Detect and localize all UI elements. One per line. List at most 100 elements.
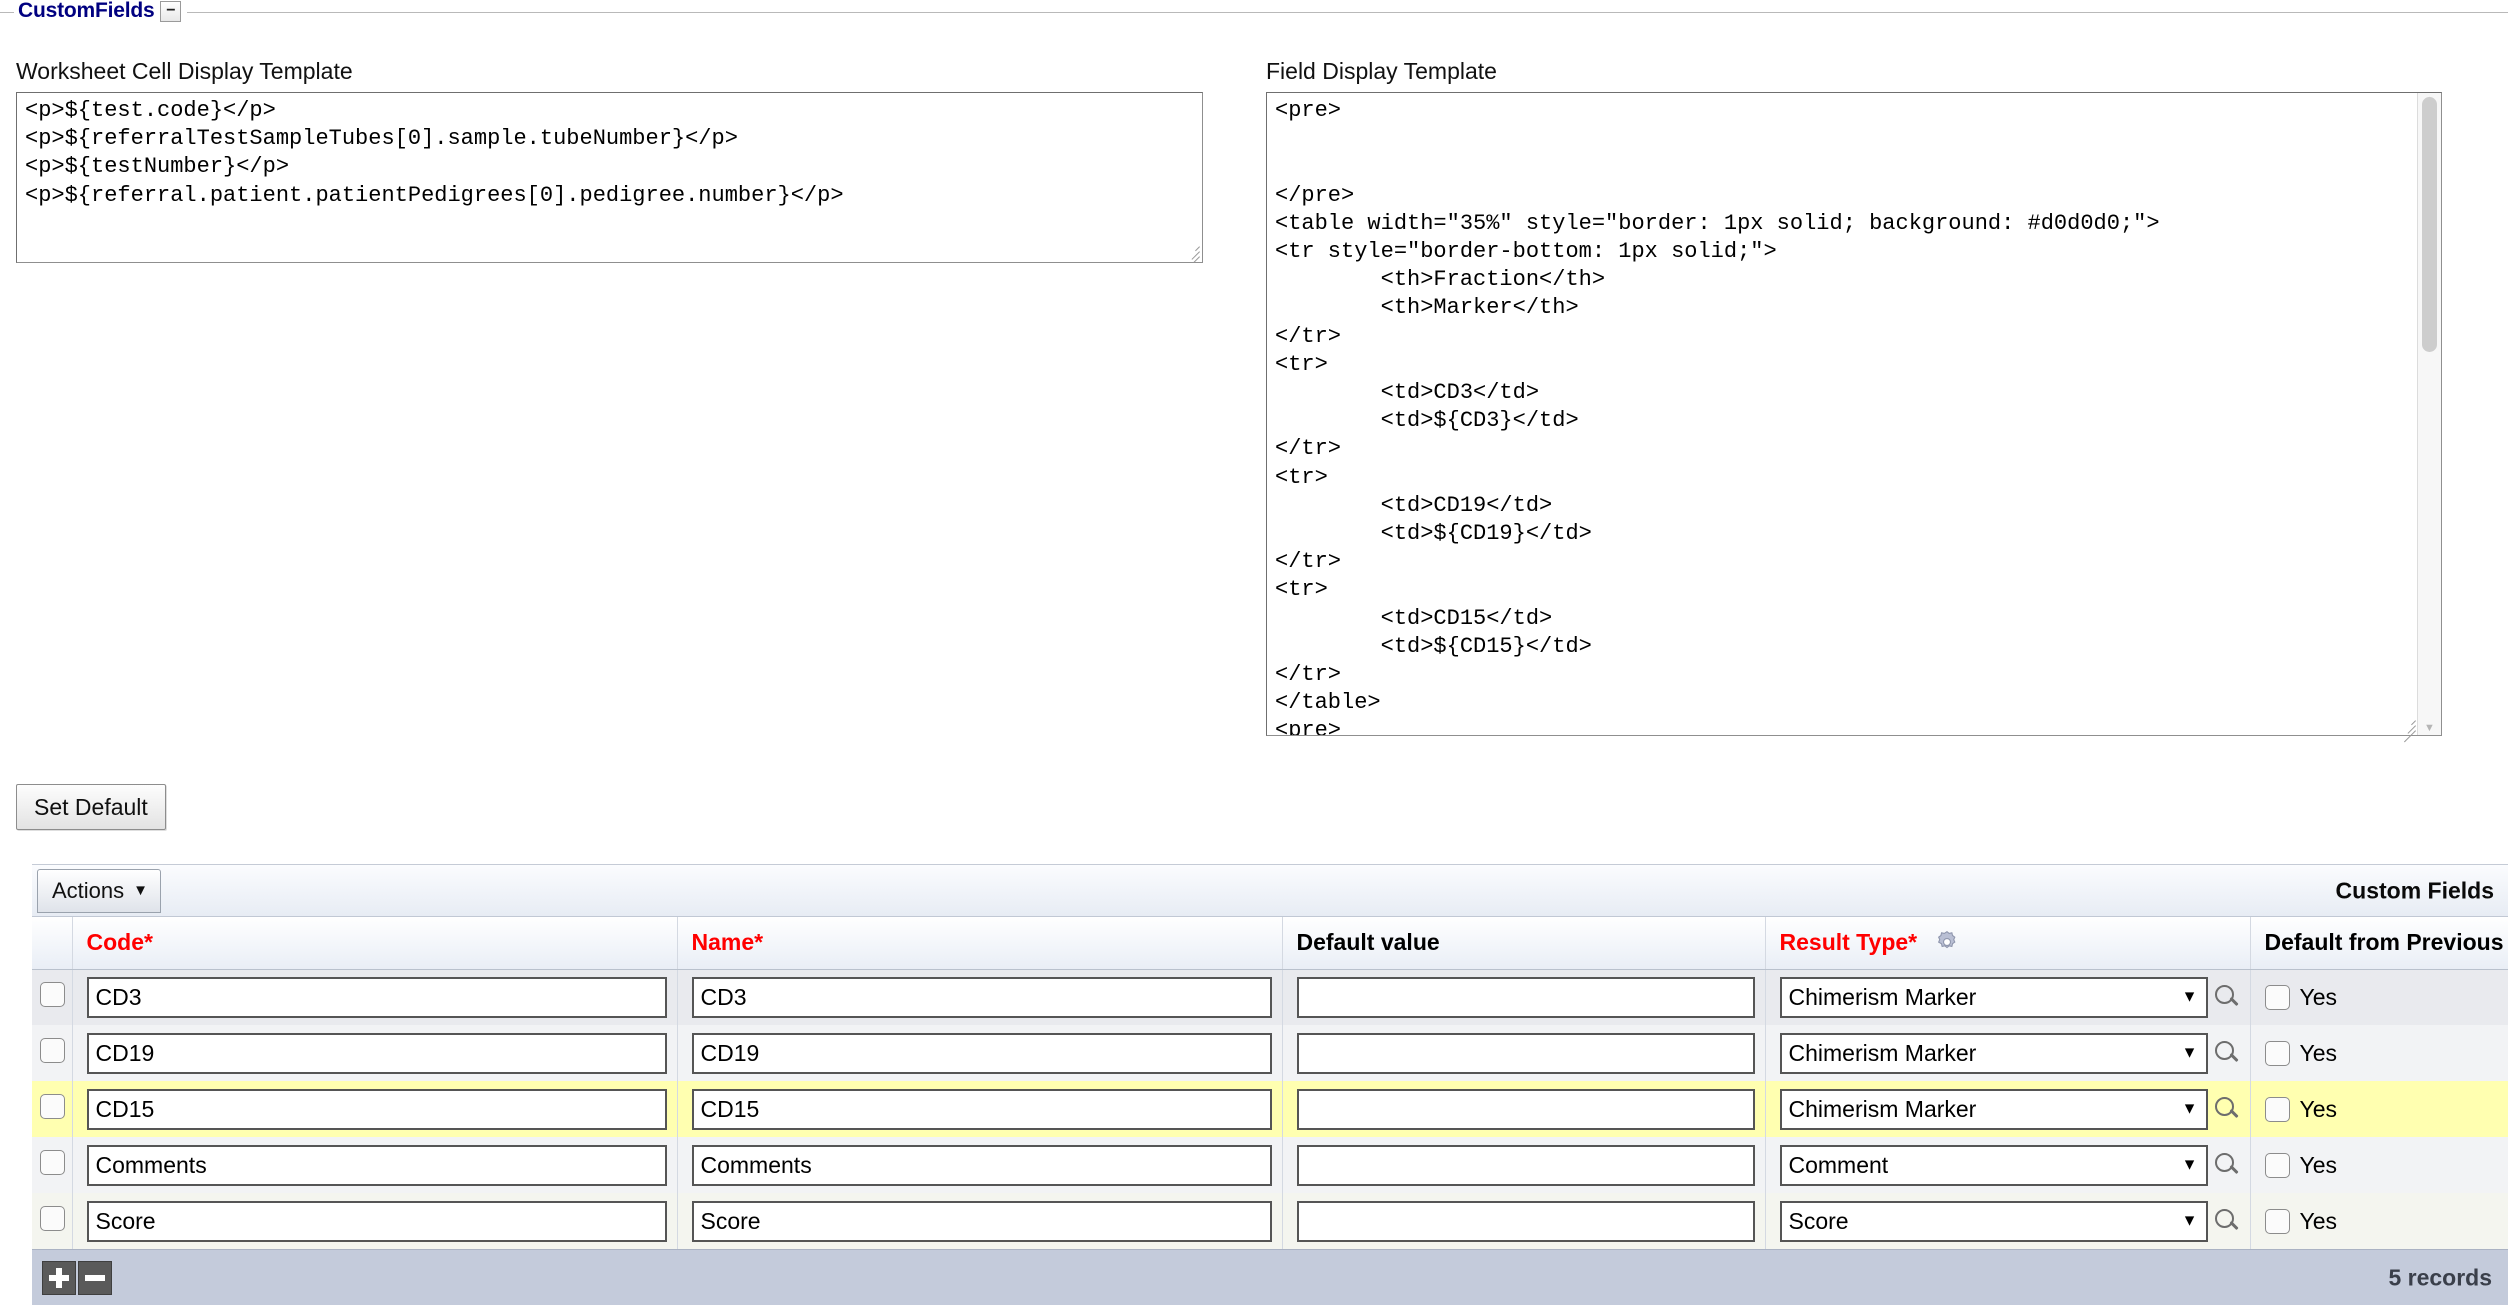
table-body: Chimerism Marker ▼ Yes xyxy=(32,969,2508,1249)
default-value-input[interactable] xyxy=(1296,1032,1755,1074)
required-marker: * xyxy=(754,929,764,956)
cell-default-from-previous: Yes xyxy=(2250,1025,2508,1081)
cell-default-from-previous: Yes xyxy=(2250,1137,2508,1193)
default-from-previous-checkbox[interactable] xyxy=(2264,1040,2290,1066)
name-input[interactable] xyxy=(691,976,1272,1018)
column-header-default-from-previous[interactable]: Default from Previous xyxy=(2250,917,2508,970)
default-value-input[interactable] xyxy=(1296,976,1755,1018)
grid-footer: 5 records xyxy=(32,1249,2508,1305)
cell-code xyxy=(72,1025,678,1081)
grid-caption: Custom Fields xyxy=(2335,877,2494,903)
cell-code xyxy=(72,1137,678,1193)
select-all-header xyxy=(32,917,73,970)
default-from-previous-checkbox[interactable] xyxy=(2264,1208,2290,1234)
search-icon[interactable] xyxy=(2214,1208,2240,1234)
name-input[interactable] xyxy=(691,1032,1272,1074)
cell-name xyxy=(677,969,1283,1025)
worksheet-cell-display-template-label: Worksheet Cell Display Template xyxy=(16,58,353,84)
default-value-input[interactable] xyxy=(1296,1200,1755,1242)
search-icon[interactable] xyxy=(2214,1040,2240,1066)
code-input[interactable] xyxy=(86,976,667,1018)
result-type-select[interactable]: Chimerism Marker ▼ xyxy=(1779,1032,2208,1074)
required-marker: * xyxy=(1908,929,1918,956)
column-header-default-value[interactable]: Default value xyxy=(1282,917,1766,970)
name-input[interactable] xyxy=(691,1144,1272,1186)
worksheet-cell-display-template-textarea[interactable]: <p>${test.code}</p> <p>${referralTestSam… xyxy=(16,92,1203,263)
row-select-cell[interactable] xyxy=(32,1193,73,1249)
chevron-down-icon: ▼ xyxy=(2181,1044,2198,1062)
row-checkbox[interactable] xyxy=(40,1150,65,1175)
row-select-cell[interactable] xyxy=(32,1137,73,1193)
row-select-cell[interactable] xyxy=(32,1025,73,1081)
code-input[interactable] xyxy=(86,1200,667,1242)
default-from-previous-control: Yes xyxy=(2264,1040,2498,1067)
fieldset-legend: CustomFields − xyxy=(14,0,188,26)
default-from-previous-label: Yes xyxy=(2299,1095,2338,1122)
collapse-icon[interactable]: − xyxy=(160,0,182,22)
default-from-previous-control: Yes xyxy=(2264,1207,2498,1235)
column-label: Default value xyxy=(1296,929,1440,956)
chevron-down-icon: ▼ xyxy=(133,882,149,899)
cell-result-type: Chimerism Marker ▼ xyxy=(1765,1081,2251,1137)
cell-default-from-previous: Yes xyxy=(2250,1081,2508,1137)
default-from-previous-checkbox[interactable] xyxy=(2264,1096,2290,1122)
code-input[interactable] xyxy=(86,1088,667,1130)
result-type-value: Chimerism Marker xyxy=(1788,983,1977,1010)
gear-icon[interactable] xyxy=(1934,929,1960,955)
code-input[interactable] xyxy=(86,1144,667,1186)
actions-button[interactable]: Actions ▼ xyxy=(37,868,162,913)
row-checkbox[interactable] xyxy=(40,1094,65,1119)
search-icon[interactable] xyxy=(2214,1096,2240,1122)
set-default-button[interactable]: Set Default xyxy=(16,784,166,830)
code-input[interactable] xyxy=(86,1032,667,1074)
default-from-previous-checkbox[interactable] xyxy=(2264,984,2290,1010)
result-type-control: Chimerism Marker ▼ xyxy=(1779,1032,2240,1074)
result-type-control: Comment ▼ xyxy=(1779,1144,2240,1186)
default-value-input[interactable] xyxy=(1296,1144,1755,1186)
row-checkbox[interactable] xyxy=(40,1038,65,1063)
cell-name xyxy=(677,1025,1283,1081)
column-label: Result Type xyxy=(1779,929,1909,956)
cell-result-type: Chimerism Marker ▼ xyxy=(1765,1025,2251,1081)
actions-button-label: Actions xyxy=(52,877,125,903)
result-type-select[interactable]: Comment ▼ xyxy=(1779,1144,2208,1186)
result-type-control: Chimerism Marker ▼ xyxy=(1779,976,2240,1018)
cell-name xyxy=(677,1193,1283,1249)
field-display-template-label: Field Display Template xyxy=(1266,58,1497,84)
field-display-template-textarea[interactable]: <pre> </pre> <table width="35%" style="b… xyxy=(1266,92,2442,736)
column-label: Name xyxy=(691,929,755,956)
custom-fields-fieldset-header: CustomFields − xyxy=(0,0,2508,26)
search-icon[interactable] xyxy=(2214,984,2240,1010)
row-select-cell[interactable] xyxy=(32,1081,73,1137)
table-row: Comment ▼ Yes xyxy=(32,1137,2508,1193)
result-type-select[interactable]: Score ▼ xyxy=(1779,1200,2208,1242)
fieldset-rule xyxy=(0,12,2508,13)
row-checkbox[interactable] xyxy=(40,1206,65,1231)
default-from-previous-checkbox[interactable] xyxy=(2264,1152,2290,1178)
row-checkbox[interactable] xyxy=(40,982,65,1008)
record-count: 5 records xyxy=(2388,1264,2492,1290)
remove-row-icon[interactable] xyxy=(78,1260,112,1295)
search-icon[interactable] xyxy=(2214,1152,2240,1178)
cell-default-value xyxy=(1282,1025,1766,1081)
chevron-down-icon: ▼ xyxy=(2181,1212,2198,1230)
name-input[interactable] xyxy=(691,1200,1272,1242)
column-header-code[interactable]: Code* xyxy=(72,917,678,970)
cell-result-type: Chimerism Marker ▼ xyxy=(1765,969,2251,1025)
default-from-previous-label: Yes xyxy=(2299,1207,2338,1234)
cell-default-value xyxy=(1282,969,1766,1025)
result-type-select[interactable]: Chimerism Marker ▼ xyxy=(1779,1088,2208,1130)
row-select-cell[interactable] xyxy=(32,969,73,1025)
column-header-result-type[interactable]: Result Type* xyxy=(1765,917,2251,970)
cell-code xyxy=(72,969,678,1025)
default-value-input[interactable] xyxy=(1296,1088,1755,1130)
cell-default-value xyxy=(1282,1081,1766,1137)
default-from-previous-label: Yes xyxy=(2299,1151,2338,1178)
result-type-select[interactable]: Chimerism Marker ▼ xyxy=(1779,976,2208,1018)
table-row: Score ▼ Yes xyxy=(32,1193,2508,1249)
cell-default-from-previous: Yes xyxy=(2250,969,2508,1025)
column-header-name[interactable]: Name* xyxy=(677,917,1283,970)
name-input[interactable] xyxy=(691,1088,1272,1130)
default-from-previous-control: Yes xyxy=(2264,1151,2498,1179)
add-row-icon[interactable] xyxy=(42,1260,76,1295)
